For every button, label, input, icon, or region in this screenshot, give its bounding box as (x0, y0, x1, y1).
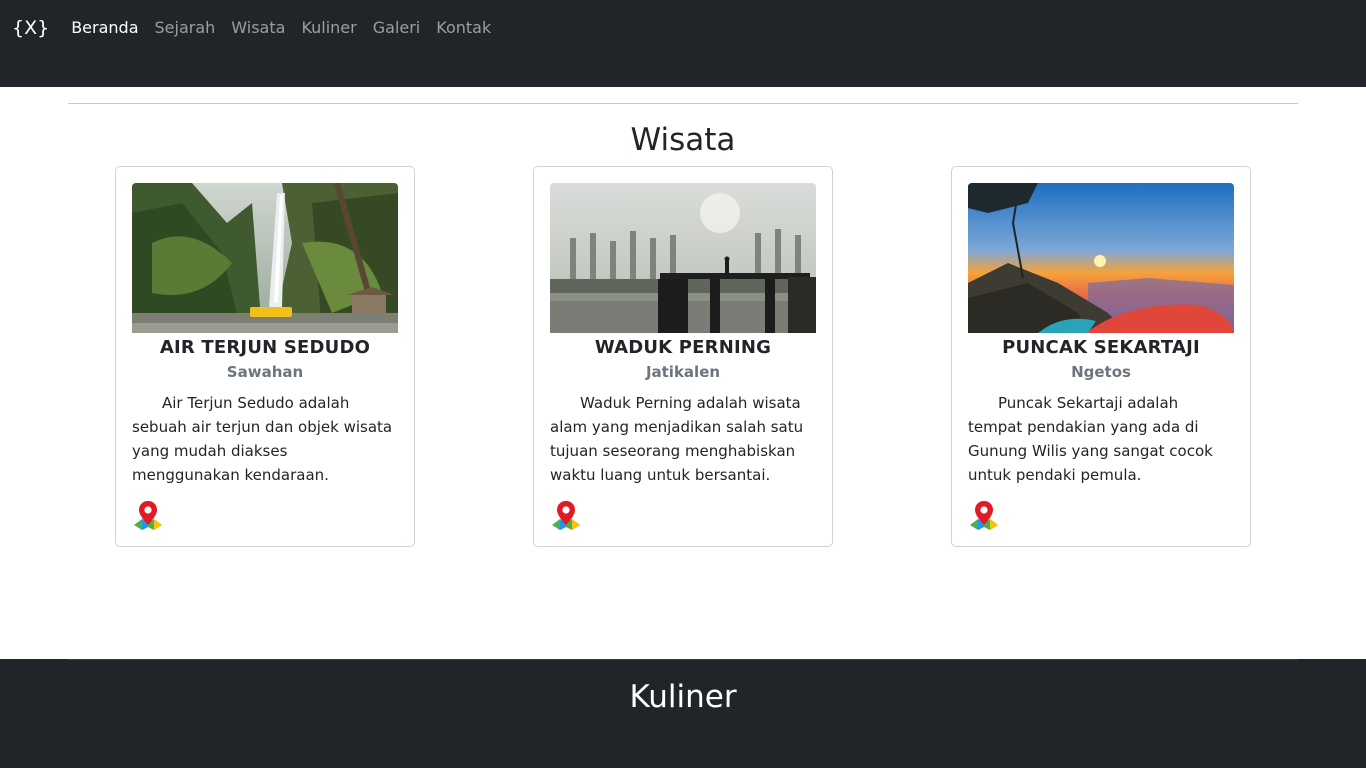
section-divider (68, 659, 1298, 660)
nav-item-wisata[interactable]: Wisata (231, 17, 285, 39)
map-pin-icon[interactable] (132, 499, 164, 531)
map-pin-icon[interactable] (968, 499, 1000, 531)
section-divider (68, 103, 1298, 104)
card-location: Ngetos (1071, 363, 1131, 381)
wisata-card-perning: WADUK PERNING Jatikalen Waduk Perning ad… (533, 166, 833, 547)
wisata-card-sedudo: AIR TERJUN SEDUDO Sawahan Air Terjun Sed… (115, 166, 415, 547)
card-title: PUNCAK SEKARTAJI (1002, 337, 1200, 358)
perning-reservoir-image (550, 183, 816, 333)
wisata-section-title: Wisata (630, 122, 736, 158)
map-pin-icon[interactable] (550, 499, 582, 531)
nav-item-galeri[interactable]: Galeri (373, 17, 421, 39)
brand-logo[interactable]: {X} (12, 17, 49, 39)
card-title: WADUK PERNING (594, 337, 772, 358)
kuliner-section-title: Kuliner (629, 679, 737, 715)
card-description: Puncak Sekartaji adalah tempat pendakian… (968, 394, 1213, 484)
card-location: Jatikalen (645, 363, 721, 381)
kuliner-section: Kuliner (0, 659, 1366, 768)
nav-item-kuliner[interactable]: Kuliner (301, 17, 356, 39)
sekartaji-sunset-image (968, 183, 1234, 333)
top-navbar: {X} Beranda Sejarah Wisata Kuliner Galer… (0, 0, 1366, 87)
card-description: Waduk Perning adalah wisata alam yang me… (550, 394, 804, 484)
nav-item-kontak[interactable]: Kontak (436, 17, 491, 39)
card-title: AIR TERJUN SEDUDO (159, 337, 371, 358)
nav-item-beranda[interactable]: Beranda (71, 17, 138, 39)
wisata-card-sekartaji: PUNCAK SEKARTAJI Ngetos Puncak Sekartaji… (951, 166, 1251, 547)
nav-item-sejarah[interactable]: Sejarah (155, 17, 216, 39)
sedudo-waterfall-image (132, 183, 398, 333)
card-location: Sawahan (226, 363, 304, 381)
card-description: Air Terjun Sedudo adalah sebuah air terj… (132, 394, 393, 484)
